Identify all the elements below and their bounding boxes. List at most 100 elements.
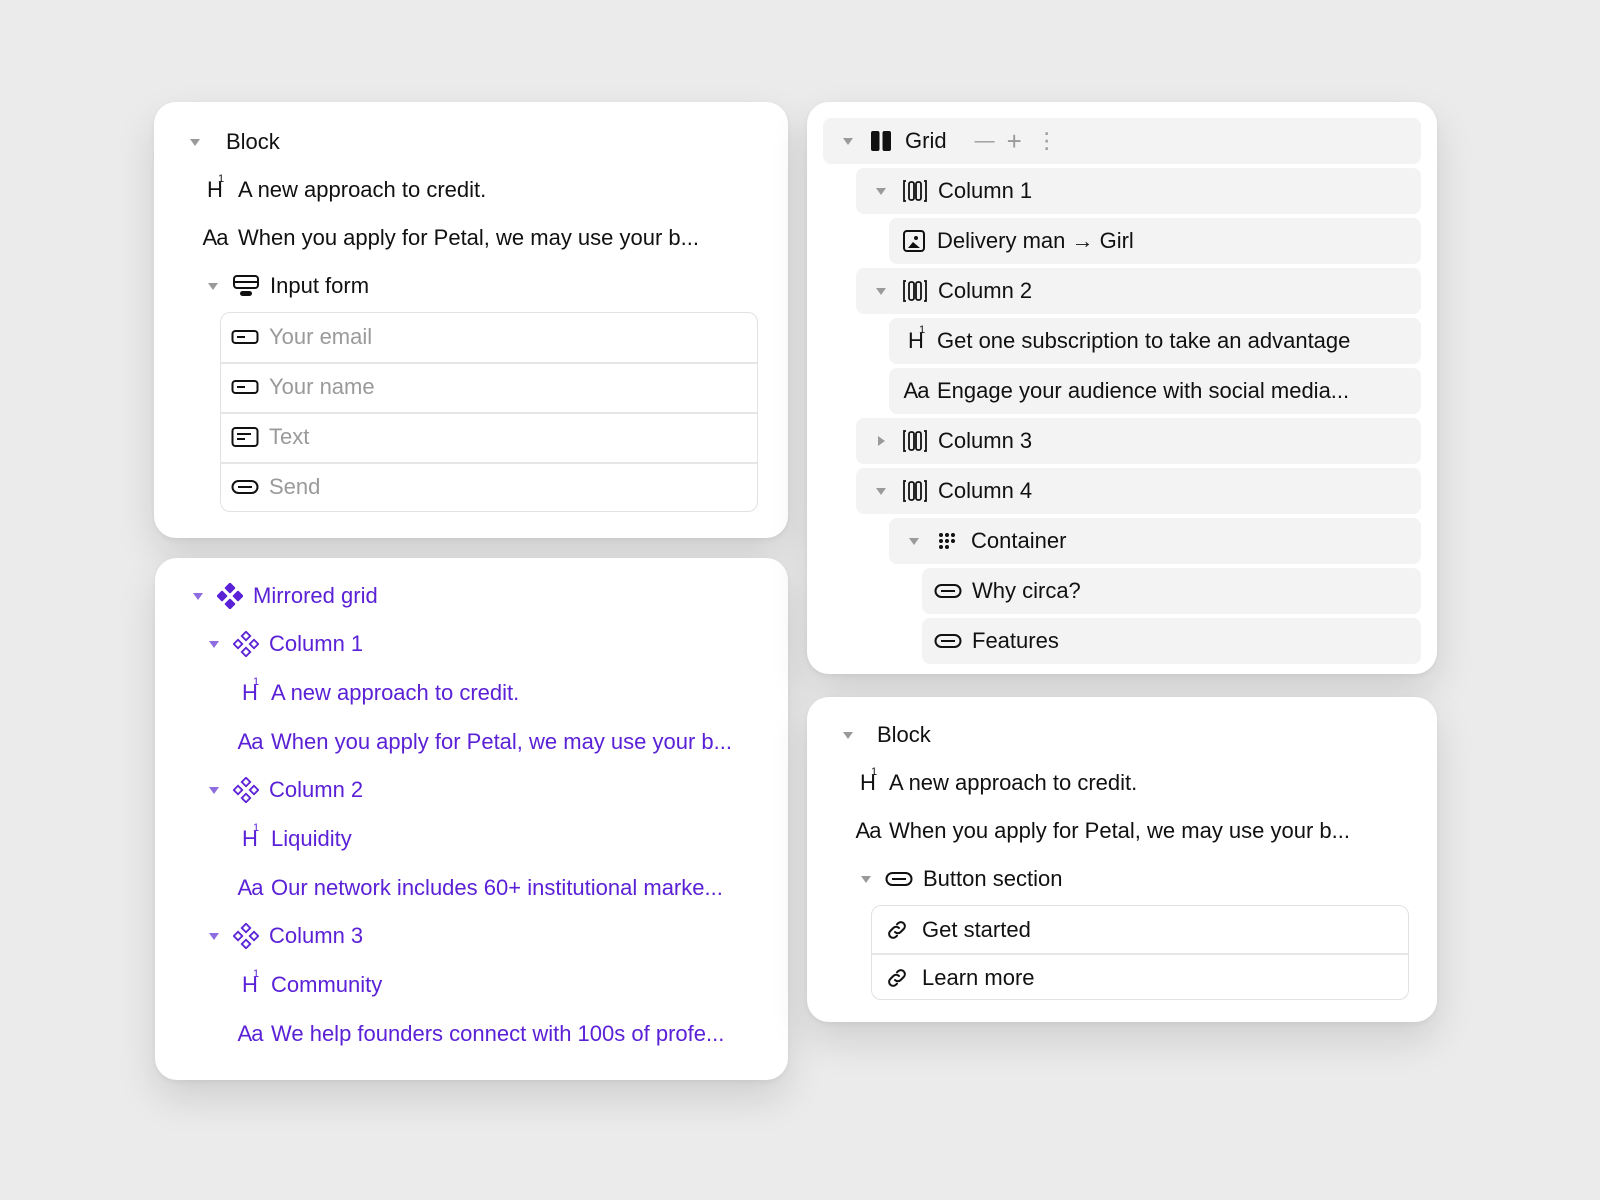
block-row[interactable]: Block xyxy=(843,713,931,757)
grid-panel: Grid — + ⋮ Column 1 Delivery man → Girl … xyxy=(807,102,1437,674)
caret-down-icon[interactable] xyxy=(876,187,886,195)
image-row[interactable]: Delivery man → Girl xyxy=(889,218,1421,264)
text-field[interactable]: Text xyxy=(231,415,309,459)
caret-down-icon[interactable] xyxy=(909,537,919,545)
caret-down-icon[interactable] xyxy=(843,731,853,739)
grid-column-label: Column 4 xyxy=(938,478,1033,503)
button-icon xyxy=(934,583,962,599)
mirrored-column-label: Column 3 xyxy=(269,923,364,948)
component-outline-icon xyxy=(233,777,259,803)
email-field[interactable]: Your email xyxy=(231,315,372,359)
input-form-row[interactable]: Input form xyxy=(208,264,369,308)
text-icon: Aa xyxy=(237,1021,264,1046)
mirrored-heading-row[interactable]: H1 Liquidity xyxy=(235,817,352,861)
grid-column-row[interactable]: Column 3 xyxy=(856,418,1421,464)
caret-down-icon[interactable] xyxy=(208,282,218,290)
minus-icon[interactable]: — xyxy=(975,130,995,153)
heading-row[interactable]: H1 Get one subscription to take an advan… xyxy=(889,318,1421,364)
grid-column-label: Column 3 xyxy=(938,428,1033,453)
mirrored-heading-label: A new approach to credit. xyxy=(271,680,520,705)
grid-column-label: Column 2 xyxy=(938,278,1033,303)
mirrored-text-row[interactable]: Aa We help founders connect with 100s of… xyxy=(233,1012,725,1056)
grid-icon xyxy=(869,130,893,152)
mirrored-heading-label: Community xyxy=(271,972,383,997)
container-icon xyxy=(935,531,959,551)
mirrored-column-row[interactable]: Column 1 xyxy=(209,622,363,666)
mirrored-column-row[interactable]: Column 3 xyxy=(209,914,363,958)
mirrored-text-label: We help founders connect with 100s of pr… xyxy=(271,1021,725,1046)
caret-down-icon[interactable] xyxy=(876,287,886,295)
learn-more-label: Learn more xyxy=(922,965,1035,990)
caret-down-icon[interactable] xyxy=(861,875,871,883)
link-icon xyxy=(884,966,910,990)
caret-down-icon[interactable] xyxy=(193,592,203,600)
column-icon xyxy=(902,279,928,303)
column-icon xyxy=(902,179,928,203)
grid-column-row[interactable]: Column 2 xyxy=(856,268,1421,314)
input-field-icon xyxy=(231,379,259,395)
mirrored-column-row[interactable]: Column 2 xyxy=(209,768,363,812)
caret-down-icon[interactable] xyxy=(209,786,219,794)
mirrored-grid-row[interactable]: Mirrored grid xyxy=(193,574,378,618)
link-label: Why circa? xyxy=(972,578,1081,603)
container-label: Container xyxy=(971,528,1067,553)
grid-title: Grid xyxy=(905,128,947,153)
heading-icon: H1 xyxy=(207,173,225,202)
heading-label: Get one subscription to take an advantag… xyxy=(937,328,1351,353)
grid-column-row[interactable]: Column 1 xyxy=(856,168,1421,214)
text-icon: Aa xyxy=(903,378,930,403)
caret-down-icon[interactable] xyxy=(843,137,853,145)
caret-down-icon[interactable] xyxy=(876,487,886,495)
mirrored-text-label: When you apply for Petal, we may use you… xyxy=(271,729,733,754)
text-label: When you apply for Petal, we may use you… xyxy=(889,818,1351,843)
get-started-link[interactable]: Get started xyxy=(884,908,1031,952)
button-icon xyxy=(231,479,259,495)
grid-column-row[interactable]: Column 4 xyxy=(856,468,1421,514)
caret-down-icon[interactable] xyxy=(209,640,219,648)
learn-more-link[interactable]: Learn more xyxy=(884,956,1035,1000)
textarea-icon xyxy=(231,426,259,448)
block-title: Block xyxy=(877,722,931,747)
grid-column-label: Column 1 xyxy=(938,178,1033,203)
link-row[interactable]: Features xyxy=(922,618,1421,664)
input-form-label: Input form xyxy=(270,273,370,298)
button-section-row[interactable]: Button section xyxy=(861,857,1062,901)
text-icon: Aa xyxy=(237,875,264,900)
component-outline-icon xyxy=(233,631,259,657)
form-icon xyxy=(232,273,260,299)
column-icon xyxy=(902,479,928,503)
caret-down-icon[interactable] xyxy=(190,138,200,146)
text-row[interactable]: Aa Engage your audience with social medi… xyxy=(889,368,1421,414)
mirrored-heading-row[interactable]: H1 Community xyxy=(235,963,382,1007)
text-row[interactable]: Aa When you apply for Petal, we may use … xyxy=(851,809,1350,853)
name-field[interactable]: Your name xyxy=(231,365,375,409)
text-label: When you apply for Petal, we may use you… xyxy=(238,225,700,250)
link-row[interactable]: Why circa? xyxy=(922,568,1421,614)
caret-down-icon[interactable] xyxy=(209,932,219,940)
more-icon[interactable]: ⋮ xyxy=(1036,128,1058,154)
send-button[interactable]: Send xyxy=(231,465,320,509)
container-row[interactable]: Container xyxy=(889,518,1421,564)
mirrored-grid-panel: Mirrored grid Column 1 H1 A new approach… xyxy=(155,558,788,1080)
mirrored-text-row[interactable]: Aa When you apply for Petal, we may use … xyxy=(233,720,732,764)
mirrored-heading-row[interactable]: H1 A new approach to credit. xyxy=(235,671,519,715)
text-row[interactable]: Aa When you apply for Petal, we may use … xyxy=(198,216,699,260)
link-label: Features xyxy=(972,628,1059,653)
heading-label: A new approach to credit. xyxy=(238,177,487,202)
component-outline-icon xyxy=(233,923,259,949)
mirrored-grid-title: Mirrored grid xyxy=(253,583,378,608)
input-field-icon xyxy=(231,329,259,345)
block-row[interactable]: Block xyxy=(190,120,280,164)
heading-icon: H1 xyxy=(242,822,260,851)
block-panel-top: Block H1 A new approach to credit. Aa Wh… xyxy=(154,102,788,538)
plus-icon[interactable]: + xyxy=(1007,126,1022,157)
text-icon: Aa xyxy=(237,729,264,754)
heading-row[interactable]: H1 A new approach to credit. xyxy=(200,168,486,212)
image-icon xyxy=(901,229,927,253)
heading-row[interactable]: H1 A new approach to credit. xyxy=(853,761,1137,805)
caret-right-icon[interactable] xyxy=(878,436,885,446)
heading-label: A new approach to credit. xyxy=(889,770,1138,795)
block-panel-bottom: Block H1 A new approach to credit. Aa Wh… xyxy=(807,697,1437,1022)
mirrored-text-row[interactable]: Aa Our network includes 60+ institutiona… xyxy=(233,866,723,910)
grid-row[interactable]: Grid — + ⋮ xyxy=(823,118,1421,164)
